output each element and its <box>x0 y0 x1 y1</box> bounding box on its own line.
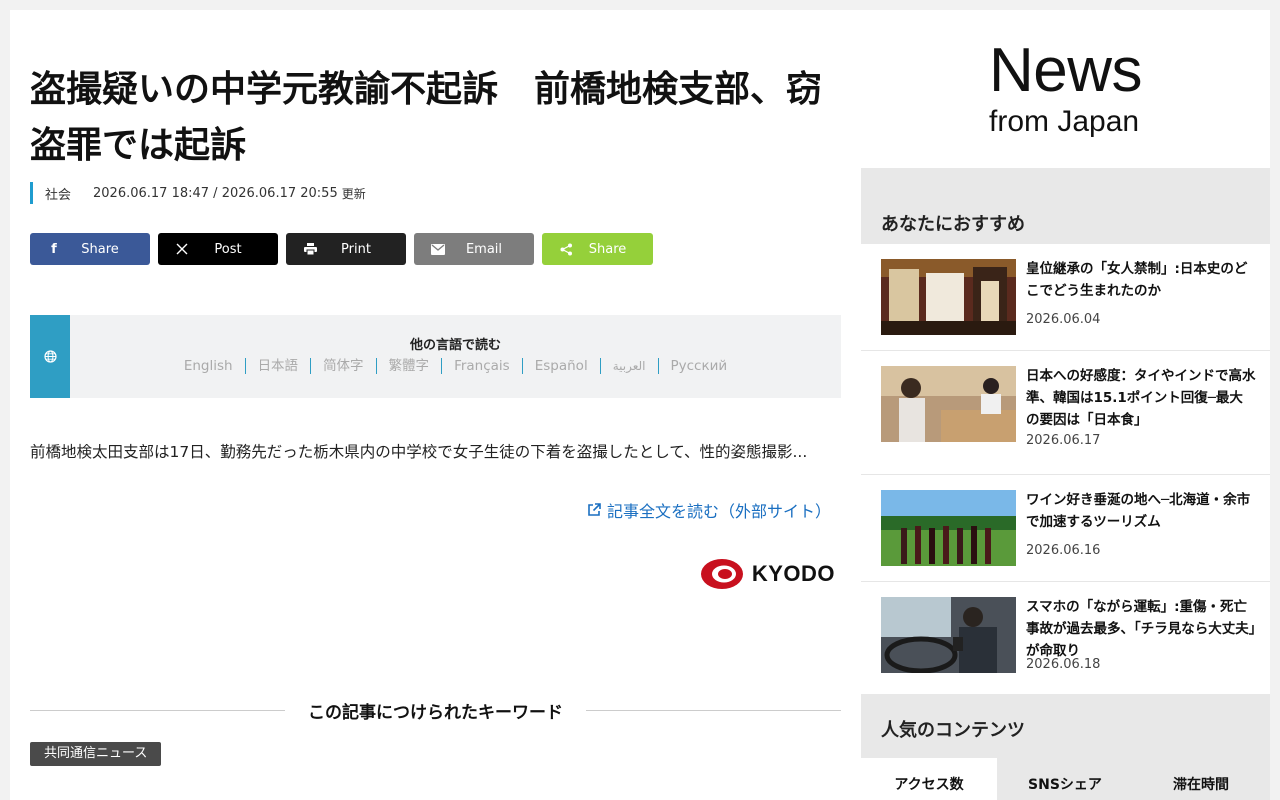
recommend-title-1: 皇位継承の「女人禁制」:日本史のどこでどう生まれたのか <box>1026 261 1248 299</box>
lang-traditional-chinese[interactable]: 繁體字 <box>375 358 442 374</box>
recommend-title-4: スマホの「ながら運転」:重傷・死亡事故が過去最多、「チラ見なら大丈夫」が命取り <box>1026 599 1256 659</box>
headline-line-1: 盗撮疑いの中学元教諭不起訴 前橋地検支部、窃 <box>30 69 823 110</box>
facebook-share-button[interactable]: f Share <box>30 233 150 265</box>
article-headline: 盗撮疑いの中学元教諭不起訴 前橋地検支部、窃 盗罪では起訴 <box>30 62 841 174</box>
tab-sns-share[interactable]: SNSシェア <box>997 758 1133 800</box>
recommend-date-2: 2026.06.17 <box>1026 433 1101 448</box>
facebook-icon: f <box>51 241 57 257</box>
read-full-article-link[interactable]: 記事全文を読む（外部サイト） <box>586 498 831 522</box>
tab-stay-time[interactable]: 滞在時間 <box>1133 758 1269 800</box>
kyodo-logo: KYODO <box>700 558 835 590</box>
globe-icon <box>30 315 70 398</box>
email-button[interactable]: Email <box>414 233 534 265</box>
recommend-title-3: ワイン好き垂涎の地へ─北海道・余市で加速するツーリズム <box>1026 492 1251 530</box>
language-title: 他の言語で読む <box>409 338 501 353</box>
category-label[interactable]: 社会 <box>45 184 71 203</box>
thumbnail-image <box>881 366 1016 442</box>
recommend-item[interactable]: スマホの「ながら運転」:重傷・死亡事故が過去最多、「チラ見なら大丈夫」が命取り … <box>861 582 1270 694</box>
divider <box>586 710 841 711</box>
keyword-tag[interactable]: 共同通信ニュース <box>30 742 162 766</box>
lang-russian[interactable]: Русский <box>657 358 740 374</box>
kyodo-logo-text: KYODO <box>751 561 835 586</box>
sidebar: News from Japan あなたにおすすめ 皇位継承の「女人禁制」:日本史… <box>861 10 1270 800</box>
share-icon <box>558 241 574 257</box>
language-selector: 他の言語で読む English 日本語 简体字 繁體字 Français Esp… <box>30 315 841 398</box>
keywords-heading: この記事につけられたキーワード <box>30 698 841 723</box>
tab-access[interactable]: アクセス数 <box>861 758 997 800</box>
updated-label: 更新 <box>341 186 366 201</box>
print-button[interactable]: Print <box>286 233 406 265</box>
site-logo[interactable]: News from Japan <box>861 10 1270 168</box>
email-icon <box>430 241 446 257</box>
kyodo-mark-icon <box>700 559 743 589</box>
lang-arabic[interactable]: العربية <box>599 358 658 374</box>
article-summary: 前橋地検太田支部は17日、勤務先だった栃木県内の中学校で女子生徒の下着を盗撮した… <box>30 443 808 461</box>
recommend-date-1: 2026.06.04 <box>1026 312 1101 327</box>
print-icon <box>302 241 318 257</box>
share-button[interactable]: Share <box>542 233 653 265</box>
thumbnail-image <box>881 259 1016 335</box>
headline-line-2: 盗罪では起訴 <box>30 125 247 166</box>
lang-japanese[interactable]: 日本語 <box>244 358 311 374</box>
recommend-list: 皇位継承の「女人禁制」:日本史のどこでどう生まれたのか 2026.06.04 日… <box>861 244 1270 694</box>
x-post-button[interactable]: Post <box>158 233 278 265</box>
recommend-item[interactable]: ワイン好き垂涎の地へ─北海道・余市で加速するツーリズム 2026.06.16 <box>861 475 1270 582</box>
external-link-icon <box>588 503 601 516</box>
thumbnail-image <box>881 597 1016 673</box>
popular-tabs: アクセス数 SNSシェア 滞在時間 <box>861 758 1270 800</box>
share-bar: f Share Post Print Email Share <box>30 233 661 265</box>
language-list: English 日本語 简体字 繁體字 Français Español الع… <box>70 358 841 374</box>
logo-from-japan: from Japan <box>989 105 1140 138</box>
x-icon <box>174 241 190 257</box>
recommend-date-3: 2026.06.16 <box>1026 543 1101 558</box>
recommend-title-2: 日本への好感度：タイやインドで高水準、韓国は15.1ポイント回復─最大の要因は「… <box>1026 368 1256 428</box>
read-more-label: 記事全文を読む（外部サイト） <box>606 502 831 521</box>
thumbnail-image <box>881 490 1016 566</box>
lang-spanish[interactable]: Español <box>521 358 600 374</box>
logo-news: News <box>989 36 1143 105</box>
article-meta: 社会 2026.06.17 18:47 / 2026.06.17 20:55 更… <box>30 182 366 204</box>
page: 盗撮疑いの中学元教諭不起訴 前橋地検支部、窃 盗罪では起訴 社会 2026.06… <box>10 10 1270 800</box>
popular-title: 人気のコンテンツ <box>881 720 1025 741</box>
lang-simplified-chinese[interactable]: 简体字 <box>310 358 376 374</box>
recommend-item[interactable]: 日本への好感度：タイやインドで高水準、韓国は15.1ポイント回復─最大の要因は「… <box>861 351 1270 475</box>
recommend-item[interactable]: 皇位継承の「女人禁制」:日本史のどこでどう生まれたのか 2026.06.04 <box>861 244 1270 351</box>
article-dates: 2026.06.17 18:47 / 2026.06.17 20:55 <box>93 185 338 201</box>
lang-french[interactable]: Français <box>441 358 522 374</box>
lang-english[interactable]: English <box>172 358 245 374</box>
recommend-title: あなたにおすすめ <box>881 214 1025 235</box>
recommend-date-4: 2026.06.18 <box>1026 657 1101 672</box>
